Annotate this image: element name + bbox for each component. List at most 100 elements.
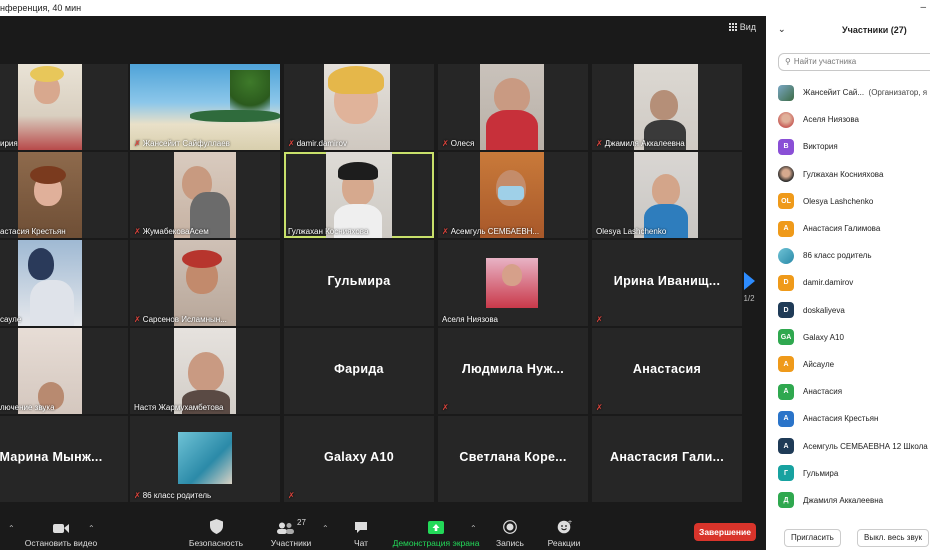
video-tile[interactable]: ✗ ЖумабековаАсем xyxy=(130,152,280,238)
participant-row-name: damir.damirov xyxy=(803,278,854,288)
avatar xyxy=(778,166,794,183)
video-tile[interactable]: Аселя Ниязова xyxy=(438,240,588,326)
invite-button[interactable]: Пригласить xyxy=(784,529,841,547)
participant-row[interactable]: В Виктория xyxy=(766,133,930,160)
participant-row[interactable]: Гулжахан Коснияхова xyxy=(766,161,930,188)
next-page-button[interactable]: 1/2 xyxy=(738,272,760,303)
chevron-down-icon[interactable]: ⌄ xyxy=(778,24,786,35)
mic-muted-icon: ✗ xyxy=(442,227,449,236)
participant-row[interactable]: 86 класс родитель xyxy=(766,242,930,269)
video-tile[interactable]: ✗ Сарсенов Исламнын... xyxy=(130,240,280,326)
participant-row[interactable]: Аселя Ниязова xyxy=(766,106,930,133)
participant-row[interactable]: А Анастасия Галимова xyxy=(766,215,930,242)
video-tile[interactable]: ✗ Джамиля Аккалеевна xyxy=(592,64,742,150)
participant-name: Олеся xyxy=(450,139,475,148)
minimize-icon[interactable]: – xyxy=(920,0,926,16)
participant-row[interactable]: Ddamir.damirov xyxy=(766,269,930,296)
video-tile[interactable]: Настя Жармухамбетова xyxy=(130,328,280,414)
reactions-button[interactable]: + Реакции xyxy=(544,516,584,550)
participant-display-name: Гульмира xyxy=(327,274,391,288)
search-icon: ⚲ xyxy=(785,57,791,66)
title-bar: нференция, 40 мин – xyxy=(0,0,930,16)
record-icon xyxy=(503,520,517,534)
share-screen-label: Демонстрация экрана xyxy=(392,538,480,548)
smiley-plus-icon: + xyxy=(557,519,572,534)
participant-row-name: Анастасия Галимова xyxy=(803,224,881,234)
panel-header: ⌄ Участники (27) xyxy=(766,16,930,44)
chevron-up-icon[interactable]: ⌃ xyxy=(322,524,329,533)
avatar: А xyxy=(778,356,794,373)
participant-name: Аселя Ниязова xyxy=(442,315,498,324)
video-tile-active-speaker[interactable]: Гулжахан Коснияхова xyxy=(284,152,434,238)
participant-row-name: 86 класс родитель xyxy=(803,251,872,261)
panel-title: Участники (27) xyxy=(842,25,907,35)
video-tile[interactable]: ✗ Жансейит Сайфуллаев xyxy=(130,64,280,150)
avatar: Г xyxy=(778,465,794,482)
video-tile-name-only[interactable]: Фарида xyxy=(284,328,434,414)
security-button[interactable]: Безопасность xyxy=(186,516,246,550)
record-button[interactable]: Запись xyxy=(494,516,526,550)
chevron-up-icon[interactable]: ⌃ xyxy=(88,524,95,533)
video-tile[interactable]: ✗ Асемгуль СЕМБАЕВН... xyxy=(438,152,588,238)
participants-label: Участники xyxy=(270,538,312,548)
search-placeholder: Найти участника xyxy=(793,57,857,66)
svg-text:+: + xyxy=(567,519,572,526)
video-tile-name-only[interactable]: Марина Мынж... xyxy=(0,416,128,502)
end-meeting-button[interactable]: Завершение xyxy=(694,523,756,541)
chat-button[interactable]: Чат xyxy=(346,516,376,550)
participant-name: 86 класс родитель xyxy=(142,491,212,500)
video-tile-name-only[interactable]: Анастасия ✗ xyxy=(592,328,742,414)
participant-search-input[interactable]: ⚲ Найти участника xyxy=(778,53,930,71)
participant-row[interactable]: Ddoskaliyeva xyxy=(766,297,930,324)
avatar: OL xyxy=(778,193,794,210)
video-tile-name-only[interactable]: Гульмира xyxy=(284,240,434,326)
view-label: Вид xyxy=(739,22,756,32)
participant-row[interactable]: OL Olesya Lashchenko xyxy=(766,188,930,215)
video-tile[interactable]: ирия xyxy=(0,64,128,150)
video-tile-name-only[interactable]: Galaxy A10 ✗ xyxy=(284,416,434,502)
mute-all-button[interactable]: Выкл. весь звук xyxy=(857,529,930,547)
participant-row-name: Гульмира xyxy=(803,468,839,478)
participants-panel: ⌄ Участники (27) ⚲ Найти участника Жансей… xyxy=(766,16,930,550)
avatar: D xyxy=(778,302,794,319)
participant-row[interactable]: Г Гульмира xyxy=(766,460,930,487)
participant-row[interactable]: Д Джамиля Аккалеевна xyxy=(766,487,930,514)
avatar xyxy=(778,247,794,264)
video-tile[interactable]: астасия Крестьян xyxy=(0,152,128,238)
chevron-up-icon[interactable]: ⌃ xyxy=(8,524,15,533)
video-tile[interactable]: сауле xyxy=(0,240,128,326)
participant-display-name: Анастасия xyxy=(632,362,702,376)
participant-row[interactable]: А Анастасия Крестьян xyxy=(766,405,930,432)
video-tile[interactable]: ✗ damir.damirov xyxy=(284,64,434,150)
video-tile-name-only[interactable]: Ирина Иванищ... ✗ xyxy=(592,240,742,326)
video-tile-name-only[interactable]: Светлана Коре... xyxy=(438,416,588,502)
video-tile[interactable]: Olesya Lashchenko xyxy=(592,152,742,238)
participant-row[interactable]: Жансейит Сай... (Организатор, я xyxy=(766,79,930,106)
participant-name: лючение звука xyxy=(0,403,55,412)
video-tile[interactable]: ✗ Олеся xyxy=(438,64,588,150)
share-screen-button[interactable]: Демонстрация экрана xyxy=(390,516,482,550)
stop-video-button[interactable]: Остановить видео xyxy=(22,516,100,550)
participant-row[interactable]: А Анастасия xyxy=(766,378,930,405)
panel-footer: Пригласить Выкл. весь звук xyxy=(766,522,930,550)
video-tile-name-only[interactable]: Людмила Нуж... ✗ xyxy=(438,328,588,414)
video-tile[interactable]: ✗ 86 класс родитель xyxy=(130,416,280,502)
chevron-up-icon[interactable]: ⌃ xyxy=(470,524,477,533)
grid-view-icon xyxy=(728,23,737,31)
mic-muted-icon: ✗ xyxy=(134,315,141,324)
shield-icon xyxy=(209,519,223,534)
participants-button[interactable]: 27 Участники xyxy=(266,516,316,550)
participant-row[interactable]: А Айсауле xyxy=(766,351,930,378)
mic-muted-icon: ✗ xyxy=(596,403,603,412)
participant-display-name: Марина Мынж... xyxy=(0,450,103,464)
participant-row[interactable]: GA Galaxy A10 xyxy=(766,324,930,351)
view-button[interactable]: Вид xyxy=(728,22,756,32)
mic-muted-icon: ✗ xyxy=(288,491,295,500)
mic-muted-icon: ✗ xyxy=(442,403,449,412)
reactions-label: Реакции xyxy=(547,538,581,548)
participant-row-name: Айсауле xyxy=(803,359,835,369)
participant-row[interactable]: А Асемгуль СЕМБАЕВНА 12 Школа xyxy=(766,432,930,459)
video-tile-name-only[interactable]: Анастасия Гали... xyxy=(592,416,742,502)
video-tile[interactable]: лючение звука xyxy=(0,328,128,414)
participant-name: ирия xyxy=(0,139,18,148)
